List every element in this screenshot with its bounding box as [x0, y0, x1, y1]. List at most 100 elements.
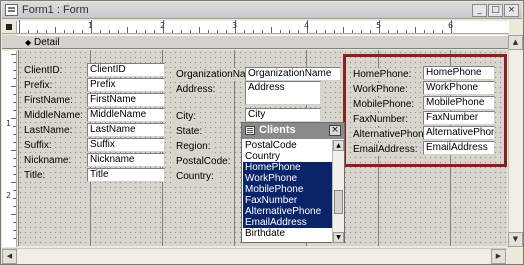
field-list-item[interactable]: PostalCode [243, 140, 332, 151]
textbox-organizationname[interactable]: OrganizationName [245, 67, 341, 81]
ruler-tick [316, 30, 317, 33]
ruler-tick [199, 27, 200, 33]
textbox-address[interactable]: Address [245, 81, 321, 105]
label-postalcode[interactable]: PostalCode: [174, 155, 233, 168]
scroll-thumb[interactable] [334, 190, 343, 214]
textbox-middlename[interactable]: MiddleName [87, 108, 165, 122]
ruler-tick [13, 158, 16, 159]
textbox-suffix[interactable]: Suffix [87, 138, 165, 152]
ruler-tick [13, 238, 16, 239]
label-nickname[interactable]: Nickname: [22, 154, 74, 167]
ruler-number: 6 [448, 21, 454, 30]
field-list-item[interactable]: WorkPhone [243, 173, 332, 184]
field-list-titlebar[interactable]: Clients × [242, 123, 344, 139]
ruler-tick [352, 30, 353, 33]
horizontal-ruler[interactable]: 1 2 3 4 5 6 [17, 20, 509, 34]
ruler-tick [13, 190, 16, 191]
ruler-tick [73, 30, 74, 33]
field-list-close-button[interactable]: × [329, 125, 341, 136]
textbox-clientid[interactable]: ClientID [87, 63, 165, 77]
label-title[interactable]: Title: [22, 169, 48, 182]
ruler-tick [325, 30, 326, 33]
ruler-tick [13, 142, 16, 143]
form-design-window: Form1 : Form _ □ × 123456 ◆ Detail 12 Cl… [0, 0, 524, 265]
ruler-number: 2 [160, 21, 166, 30]
field-list-item[interactable]: Birthdate [243, 228, 332, 239]
ruler-tick [127, 27, 128, 33]
ruler-tick [13, 62, 16, 63]
textbox-firstname[interactable]: FirstName [87, 93, 165, 107]
ruler-tick [13, 166, 16, 167]
label-suffix[interactable]: Suffix: [22, 139, 54, 152]
vertical-scrollbar[interactable]: ▲ ▼ [508, 35, 523, 248]
minimize-button[interactable]: _ [472, 4, 487, 17]
ruler-tick [136, 30, 137, 33]
ruler-tick [37, 30, 38, 33]
label-firstname[interactable]: FirstName: [22, 94, 75, 107]
label-state[interactable]: State: [174, 125, 205, 138]
label-lastname[interactable]: LastName: [22, 124, 75, 137]
ruler-tick [11, 86, 16, 87]
textbox-nickname[interactable]: Nickname [87, 153, 165, 167]
table-icon [245, 126, 255, 135]
ruler-number: 5 [376, 21, 382, 30]
horizontal-scrollbar[interactable]: ◀ ▶ [2, 248, 507, 264]
field-list-item[interactable]: MobilePhone [243, 184, 332, 195]
ruler-tick [433, 30, 434, 33]
ruler-tick [11, 54, 16, 55]
ruler-tick [298, 30, 299, 33]
ruler-tick [415, 27, 416, 33]
close-button[interactable]: × [504, 4, 519, 17]
label-middlename[interactable]: MiddleName: [22, 109, 85, 122]
label-address[interactable]: Address: [174, 83, 218, 96]
scroll-right-arrow-icon[interactable]: ▶ [491, 249, 506, 264]
label-city[interactable]: City: [174, 110, 198, 123]
scroll-down-arrow-icon[interactable]: ▼ [508, 232, 523, 247]
ruler-number: 4 [304, 21, 310, 30]
ruler-tick [190, 30, 191, 33]
field-list-items[interactable]: PostalCode Country HomePhone WorkPhone Mobil… [243, 140, 332, 243]
textbox-city[interactable]: City [245, 108, 321, 122]
scroll-up-arrow-icon[interactable]: ▲ [333, 140, 344, 151]
label-clientid[interactable]: ClientID: [22, 64, 65, 77]
scroll-left-arrow-icon[interactable]: ◀ [2, 249, 17, 264]
ruler-tick [172, 30, 173, 33]
ruler-tick [55, 27, 56, 33]
ruler-tick [82, 30, 83, 33]
ruler-tick [13, 174, 16, 175]
ruler-tick [13, 230, 16, 231]
ruler-tick [13, 198, 16, 199]
maximize-button[interactable]: □ [488, 4, 503, 17]
ruler-tick [343, 27, 344, 33]
field-list-item[interactable]: EmailAddress [243, 217, 332, 228]
textbox-title[interactable]: Title [87, 168, 165, 182]
textbox-lastname[interactable]: LastName [87, 123, 165, 137]
field-list-item[interactable]: AlternativePhone [243, 206, 332, 217]
form-icon [5, 4, 18, 16]
textbox-prefix[interactable]: Prefix [87, 78, 165, 92]
field-list-window[interactable]: Clients × PostalCode Country HomePhone Work… [241, 122, 345, 243]
label-country[interactable]: Country: [174, 170, 216, 183]
detail-section-header[interactable]: ◆ Detail [17, 35, 509, 49]
field-list-item[interactable]: Country [243, 151, 332, 162]
field-list-scrollbar[interactable]: ▲ ▼ [332, 140, 344, 243]
label-region[interactable]: Region: [174, 140, 213, 153]
form-selector[interactable] [2, 21, 17, 34]
field-list-item[interactable]: HomePhone [243, 162, 332, 173]
ruler-tick [397, 30, 398, 33]
section-arrow-icon: ◆ [25, 38, 32, 47]
title-bar[interactable]: Form1 : Form _ □ × [2, 2, 522, 19]
section-selector[interactable] [2, 35, 17, 49]
ruler-tick [442, 30, 443, 33]
scroll-down-arrow-icon[interactable]: ▼ [333, 232, 344, 243]
ruler-tick [253, 30, 254, 33]
vertical-ruler[interactable]: 12 [2, 51, 17, 247]
ruler-tick [13, 78, 16, 79]
ruler-tick [13, 206, 16, 207]
ruler-tick [406, 30, 407, 33]
ruler-number: 3 [232, 21, 238, 30]
scroll-up-arrow-icon[interactable]: ▲ [508, 35, 523, 50]
field-list-item[interactable]: FaxNumber [243, 195, 332, 206]
ruler-number: 1 [6, 119, 12, 128]
label-prefix[interactable]: Prefix: [22, 79, 55, 92]
